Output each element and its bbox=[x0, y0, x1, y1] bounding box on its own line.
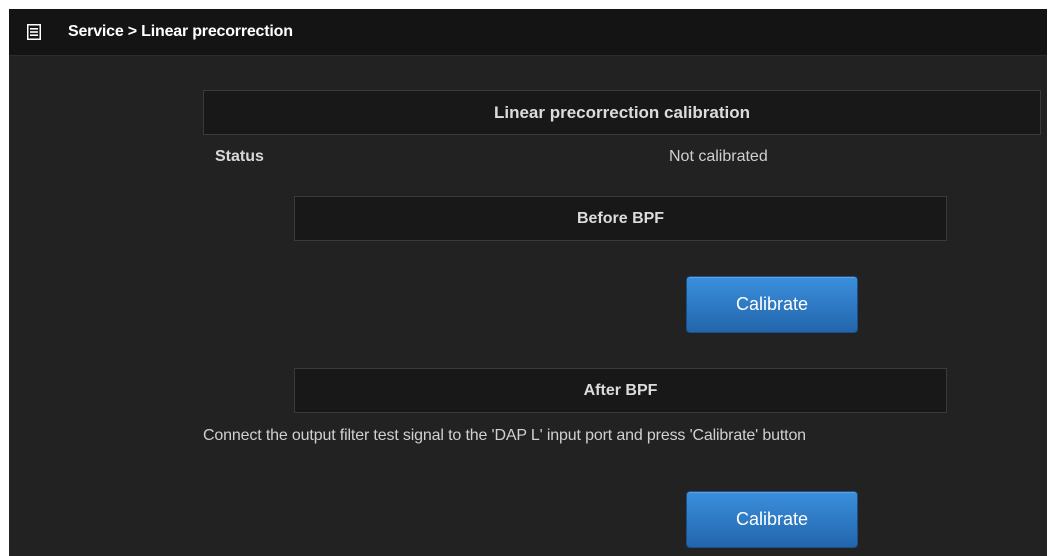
list-icon bbox=[27, 24, 41, 40]
after-bpf-title: After BPF bbox=[294, 368, 947, 413]
calibration-title: Linear precorrection calibration bbox=[203, 90, 1041, 135]
status-label: Status bbox=[215, 148, 264, 165]
before-bpf-title: Before BPF bbox=[294, 196, 947, 241]
calibrate-before-bpf-button[interactable]: Calibrate bbox=[686, 276, 858, 333]
after-bpf-instruction: Connect the output filter test signal to… bbox=[203, 427, 806, 444]
breadcrumb: Service > Linear precorrection bbox=[68, 23, 293, 40]
calibrate-after-bpf-button[interactable]: Calibrate bbox=[686, 491, 858, 548]
service-panel: Service > Linear precorrection Linear pr… bbox=[9, 9, 1047, 556]
status-value: Not calibrated bbox=[669, 148, 768, 165]
panel-header: Service > Linear precorrection bbox=[9, 9, 1047, 56]
